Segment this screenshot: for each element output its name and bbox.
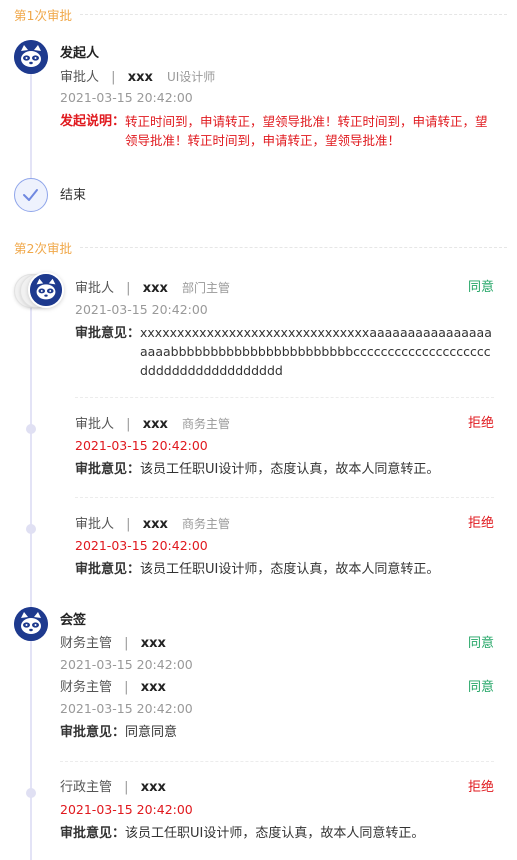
- countersign-avatar: [14, 607, 48, 641]
- approval-2-opinion-label: 审批意见：: [75, 462, 141, 477]
- timeline-dot: [26, 788, 36, 798]
- raccoon-icon: [14, 607, 48, 641]
- initiator-time: 2021-03-15 20:42:00: [60, 90, 193, 105]
- end-node: [14, 178, 48, 212]
- approval-2-time: 2021-03-15 20:42:00: [75, 438, 208, 453]
- check-icon: [23, 189, 38, 201]
- approver-name: xxx: [142, 281, 168, 296]
- approver-avatar: [28, 272, 64, 308]
- approval-3-opinion: 该员工任职UI设计师，态度认真，故本人同意转正。: [140, 562, 440, 577]
- countersign-entry-2-time: 2021-03-15 20:42:00: [60, 701, 193, 716]
- approver-position: 部门主管: [181, 281, 230, 295]
- separator: |: [124, 780, 129, 795]
- approver-name: xxx: [140, 680, 166, 695]
- initiator-avatar: [14, 40, 48, 74]
- divider: [60, 761, 494, 762]
- admin-info: 行政主管 | xxx: [60, 780, 166, 796]
- approval-2-opinion-row: 审批意见：该员工任职UI设计师，态度认真，故本人同意转正。: [75, 462, 439, 478]
- separator: |: [126, 281, 131, 296]
- approval-1-opinion-label: 审批意见：: [75, 326, 141, 341]
- status-badge-approved: 同意: [467, 636, 494, 651]
- status-badge-approved: 同意: [467, 280, 494, 295]
- separator: |: [124, 636, 129, 651]
- approver-position: 商务主管: [181, 417, 230, 431]
- admin-opinion-label: 审批意见：: [60, 826, 126, 841]
- approver-role: 行政主管: [60, 780, 113, 795]
- round-1-header: 第1次审批: [14, 6, 507, 23]
- timeline-dot: [26, 424, 36, 434]
- countersign-entry-2: 财务主管 | xxx: [60, 680, 166, 696]
- initiator-desc-label: 发起说明：: [60, 114, 126, 129]
- approver-role: 财务主管: [60, 636, 113, 651]
- timeline-dot: [26, 524, 36, 534]
- round-1-title: 第1次审批: [14, 7, 72, 23]
- approver-role: 审批人: [60, 70, 100, 85]
- separator: |: [126, 517, 131, 532]
- approver-position: UI设计师: [166, 70, 216, 84]
- status-badge-rejected: 拒绝: [467, 516, 494, 531]
- approver-name: xxx: [127, 70, 153, 85]
- countersign-opinion-label: 审批意见：: [60, 725, 126, 740]
- approver-role: 审批人: [75, 417, 115, 432]
- initiator-title: 发起人: [60, 46, 100, 61]
- admin-opinion-row: 审批意见：该员工任职UI设计师，态度认真，故本人同意转正。: [60, 826, 424, 842]
- approver-role: 财务主管: [60, 680, 113, 695]
- approver-role: 审批人: [75, 281, 115, 296]
- timeline-line: [30, 305, 32, 860]
- approval-1-time: 2021-03-15 20:42:00: [75, 302, 208, 317]
- approval-1-opinion: xxxxxxxxxxxxxxxxxxxxxxxxxxxxxxxaaaaaaaaa…: [140, 325, 492, 378]
- approval-3-opinion-row: 审批意见：该员工任职UI设计师，态度认真，故本人同意转正。: [75, 562, 439, 578]
- countersign-opinion: 同意同意: [125, 725, 178, 740]
- approval-1-info: 审批人 | xxx 部门主管: [75, 280, 230, 297]
- raccoon-icon: [14, 40, 48, 74]
- initiator-desc-text: 转正时间到，申请转正，望领导批准！转正时间到，申请转正，望领导批准！转正时间到，…: [125, 114, 488, 148]
- countersign-opinion-row: 审批意见：同意同意: [60, 725, 177, 741]
- status-badge-rejected: 拒绝: [467, 780, 494, 795]
- divider: [75, 397, 494, 398]
- approver-name: xxx: [140, 780, 166, 795]
- status-badge-rejected: 拒绝: [467, 416, 494, 431]
- timeline-line: [30, 70, 32, 180]
- status-badge-approved: 同意: [467, 680, 494, 695]
- countersign-entry-1: 财务主管 | xxx: [60, 636, 166, 652]
- countersign-title: 会签: [60, 613, 87, 628]
- approver-name: xxx: [140, 636, 166, 651]
- end-label: 结束: [60, 188, 87, 203]
- admin-time: 2021-03-15 20:42:00: [60, 802, 193, 817]
- countersign-entry-1-time: 2021-03-15 20:42:00: [60, 657, 193, 672]
- divider: [75, 497, 494, 498]
- round-1-divider: [79, 13, 507, 15]
- separator: |: [126, 417, 131, 432]
- approval-3-opinion-label: 审批意见：: [75, 562, 141, 577]
- separator: |: [124, 680, 129, 695]
- initiator-info: 审批人 | xxx UI设计师: [60, 69, 215, 86]
- approval-2-opinion: 该员工任职UI设计师，态度认真，故本人同意转正。: [140, 462, 440, 477]
- approver-role: 审批人: [75, 517, 115, 532]
- separator: |: [111, 70, 116, 85]
- round-2-header: 第2次审批: [14, 239, 507, 256]
- approval-2-info: 审批人 | xxx 商务主管: [75, 416, 230, 433]
- round-2-divider: [79, 246, 507, 248]
- approver-name: xxx: [142, 517, 168, 532]
- raccoon-icon: [30, 274, 62, 306]
- admin-opinion: 该员工任职UI设计师，态度认真，故本人同意转正。: [125, 826, 425, 841]
- approval-3-time: 2021-03-15 20:42:00: [75, 538, 208, 553]
- approver-name: xxx: [142, 417, 168, 432]
- round-2-title: 第2次审批: [14, 240, 72, 256]
- approver-position: 商务主管: [181, 517, 230, 531]
- approval-3-info: 审批人 | xxx 商务主管: [75, 516, 230, 533]
